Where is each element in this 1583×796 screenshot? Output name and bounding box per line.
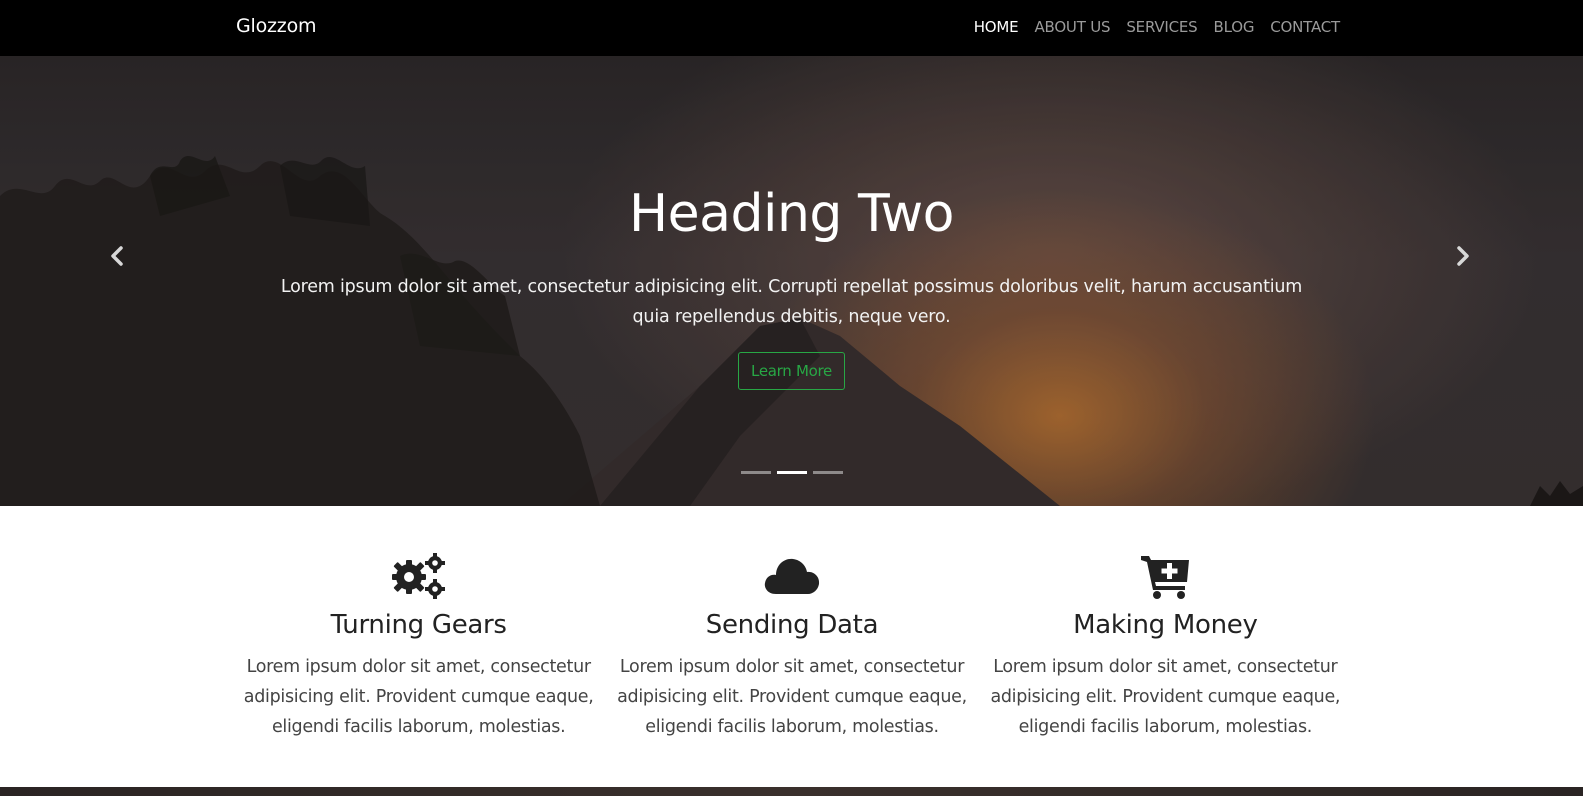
nav-item-about-us[interactable]: ABOUT US bbox=[1034, 18, 1110, 36]
hero-carousel: Heading Two Lorem ipsum dolor sit amet, … bbox=[0, 56, 1583, 506]
hero-text: Lorem ipsum dolor sit amet, consectetur … bbox=[280, 277, 1303, 327]
nav-item-home[interactable]: HOME bbox=[974, 18, 1019, 36]
feature-card: Making Money Lorem ipsum dolor sit amet,… bbox=[979, 506, 1352, 786]
carousel-indicator-2[interactable] bbox=[777, 471, 807, 474]
chevron-left-icon bbox=[111, 246, 123, 266]
feature-text: Lorem ipsum dolor sit amet, consectetur … bbox=[617, 657, 967, 737]
learn-more-button[interactable]: Learn More bbox=[738, 352, 845, 390]
feature-text: Lorem ipsum dolor sit amet, consectetur … bbox=[243, 657, 594, 737]
carousel-prev-button[interactable] bbox=[106, 244, 130, 268]
nav-item-contact[interactable]: CONTACT bbox=[1270, 18, 1340, 36]
cloud-icon bbox=[764, 558, 820, 594]
hero-title: Heading Two bbox=[629, 184, 954, 244]
carousel-indicator-1[interactable] bbox=[741, 471, 771, 474]
features-section: Turning Gears Lorem ipsum dolor sit amet… bbox=[232, 506, 1352, 786]
feature-card: Turning Gears Lorem ipsum dolor sit amet… bbox=[232, 506, 605, 786]
nav-item-blog[interactable]: BLOG bbox=[1214, 18, 1255, 36]
main-nav: HOME ABOUT US SERVICES BLOG CONTACT bbox=[958, 18, 1340, 36]
brand-logo[interactable]: Glozzom bbox=[236, 15, 317, 37]
feature-title: Sending Data bbox=[705, 610, 879, 640]
feature-title: Making Money bbox=[1073, 610, 1258, 640]
navbar: Glozzom HOME ABOUT US SERVICES BLOG CONT… bbox=[0, 0, 1583, 56]
carousel-next-button[interactable] bbox=[1450, 244, 1474, 268]
feature-text: Lorem ipsum dolor sit amet, consectetur … bbox=[990, 657, 1341, 737]
next-section-edge bbox=[0, 787, 1583, 796]
cart-plus-icon bbox=[1141, 556, 1190, 599]
gears-icon bbox=[391, 553, 445, 599]
chevron-right-icon bbox=[1457, 246, 1469, 266]
nav-item-services[interactable]: SERVICES bbox=[1126, 18, 1197, 36]
feature-card: Sending Data Lorem ipsum dolor sit amet,… bbox=[605, 506, 978, 786]
carousel-indicator-3[interactable] bbox=[813, 471, 843, 474]
carousel-indicators bbox=[741, 471, 843, 474]
feature-title: Turning Gears bbox=[330, 610, 507, 640]
